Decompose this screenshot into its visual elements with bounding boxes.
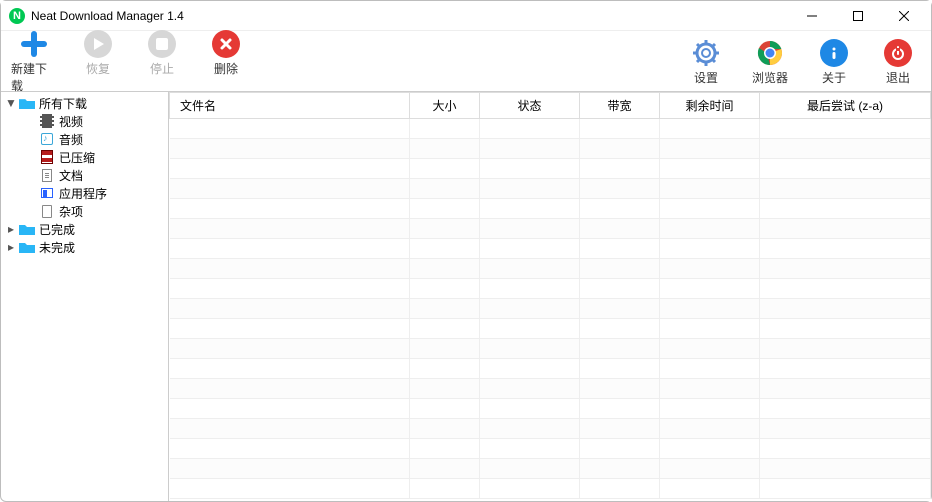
chevron-right-icon: ▸ bbox=[5, 240, 17, 254]
play-icon bbox=[84, 30, 112, 58]
table-row[interactable] bbox=[170, 259, 931, 279]
folder-icon bbox=[19, 96, 35, 110]
sidebar-item-document[interactable]: 文档 bbox=[1, 166, 168, 184]
maximize-icon bbox=[853, 11, 863, 21]
download-list: 文件名 大小 状态 带宽 剩余时间 最后尝试 (z-a) bbox=[169, 92, 931, 501]
table-row[interactable] bbox=[170, 119, 931, 139]
sidebar-item-misc[interactable]: 杂项 bbox=[1, 202, 168, 220]
exit-button[interactable]: 退出 bbox=[875, 39, 921, 86]
table-row[interactable] bbox=[170, 279, 931, 299]
download-table: 文件名 大小 状态 带宽 剩余时间 最后尝试 (z-a) bbox=[169, 92, 931, 499]
new-download-button[interactable]: 新建下载 bbox=[11, 30, 57, 94]
table-row[interactable] bbox=[170, 459, 931, 479]
stop-label: 停止 bbox=[150, 60, 174, 77]
table-row[interactable] bbox=[170, 379, 931, 399]
sidebar-item-video[interactable]: 视频 bbox=[1, 112, 168, 130]
chevron-right-icon: ▸ bbox=[5, 222, 17, 236]
about-label: 关于 bbox=[822, 69, 846, 86]
toolbar: 新建下载 恢复 停止 删除 设置 bbox=[1, 31, 931, 91]
app-icon: N bbox=[9, 8, 25, 24]
sidebar-item-label: 已完成 bbox=[39, 221, 75, 238]
table-row[interactable] bbox=[170, 139, 931, 159]
table-row[interactable] bbox=[170, 399, 931, 419]
close-icon bbox=[899, 11, 909, 21]
browser-label: 浏览器 bbox=[752, 69, 788, 86]
sidebar-item-label: 文档 bbox=[59, 167, 83, 184]
table-row[interactable] bbox=[170, 159, 931, 179]
sidebar-item-label: 音频 bbox=[59, 131, 83, 148]
sidebar: ▼ 所有下载 视频 音频 已压缩 文档 应用程序 杂项 bbox=[1, 92, 169, 501]
stop-icon bbox=[148, 30, 176, 58]
table-row[interactable] bbox=[170, 479, 931, 499]
power-icon bbox=[884, 39, 912, 67]
resume-button[interactable]: 恢复 bbox=[75, 30, 121, 94]
document-icon bbox=[39, 168, 55, 182]
about-button[interactable]: 关于 bbox=[811, 39, 857, 86]
delete-button[interactable]: 删除 bbox=[203, 30, 249, 94]
column-header-status[interactable]: 状态 bbox=[480, 93, 580, 119]
table-row[interactable] bbox=[170, 299, 931, 319]
sidebar-item-unfinished[interactable]: ▸ 未完成 bbox=[1, 238, 168, 256]
sidebar-item-label: 杂项 bbox=[59, 203, 83, 220]
sidebar-item-label: 所有下载 bbox=[39, 95, 87, 112]
window-title: Neat Download Manager 1.4 bbox=[31, 9, 184, 23]
table-row[interactable] bbox=[170, 339, 931, 359]
exit-label: 退出 bbox=[886, 69, 910, 86]
main-area: ▼ 所有下载 视频 音频 已压缩 文档 应用程序 杂项 bbox=[1, 91, 931, 501]
chevron-down-icon: ▼ bbox=[5, 96, 17, 110]
column-header-label: 文件名 bbox=[180, 99, 216, 113]
table-row[interactable] bbox=[170, 359, 931, 379]
new-download-label: 新建下载 bbox=[11, 60, 57, 94]
column-header-last-try[interactable]: 最后尝试 (z-a) bbox=[760, 93, 931, 119]
column-header-remaining[interactable]: 剩余时间 bbox=[660, 93, 760, 119]
column-header-label: 大小 bbox=[432, 99, 456, 113]
column-header-size[interactable]: 大小 bbox=[410, 93, 480, 119]
archive-icon bbox=[39, 150, 55, 164]
title-bar: N Neat Download Manager 1.4 bbox=[1, 1, 931, 31]
minimize-button[interactable] bbox=[789, 2, 835, 30]
sidebar-item-label: 未完成 bbox=[39, 239, 75, 256]
table-row[interactable] bbox=[170, 319, 931, 339]
column-header-label: 状态 bbox=[517, 99, 541, 113]
application-icon bbox=[39, 186, 55, 200]
table-row[interactable] bbox=[170, 219, 931, 239]
info-icon bbox=[820, 39, 848, 67]
minimize-icon bbox=[807, 11, 817, 21]
table-row[interactable] bbox=[170, 239, 931, 259]
column-header-label: 最后尝试 (z-a) bbox=[807, 99, 883, 113]
sidebar-item-audio[interactable]: 音频 bbox=[1, 130, 168, 148]
sidebar-item-label: 应用程序 bbox=[59, 185, 107, 202]
column-header-bandwidth[interactable]: 带宽 bbox=[580, 93, 660, 119]
column-header-label: 带宽 bbox=[607, 99, 631, 113]
gear-icon bbox=[692, 39, 720, 67]
file-icon bbox=[39, 204, 55, 218]
table-row[interactable] bbox=[170, 419, 931, 439]
table-row[interactable] bbox=[170, 199, 931, 219]
chrome-icon bbox=[756, 39, 784, 67]
sidebar-item-all-downloads[interactable]: ▼ 所有下载 bbox=[1, 94, 168, 112]
settings-button[interactable]: 设置 bbox=[683, 39, 729, 86]
column-header-filename[interactable]: 文件名 bbox=[170, 93, 410, 119]
table-row[interactable] bbox=[170, 439, 931, 459]
column-header-label: 剩余时间 bbox=[685, 99, 733, 113]
sidebar-item-label: 已压缩 bbox=[59, 149, 95, 166]
resume-label: 恢复 bbox=[86, 60, 110, 77]
stop-button[interactable]: 停止 bbox=[139, 30, 185, 94]
sidebar-item-finished[interactable]: ▸ 已完成 bbox=[1, 220, 168, 238]
table-row[interactable] bbox=[170, 179, 931, 199]
settings-label: 设置 bbox=[694, 69, 718, 86]
music-icon bbox=[39, 132, 55, 146]
sidebar-item-archive[interactable]: 已压缩 bbox=[1, 148, 168, 166]
delete-label: 删除 bbox=[214, 60, 238, 77]
folder-icon bbox=[19, 222, 35, 236]
folder-icon bbox=[19, 240, 35, 254]
plus-icon bbox=[20, 30, 48, 58]
sidebar-item-label: 视频 bbox=[59, 113, 83, 130]
film-icon bbox=[39, 114, 55, 128]
maximize-button[interactable] bbox=[835, 2, 881, 30]
browser-button[interactable]: 浏览器 bbox=[747, 39, 793, 86]
sidebar-item-application[interactable]: 应用程序 bbox=[1, 184, 168, 202]
x-icon bbox=[212, 30, 240, 58]
close-button[interactable] bbox=[881, 2, 927, 30]
